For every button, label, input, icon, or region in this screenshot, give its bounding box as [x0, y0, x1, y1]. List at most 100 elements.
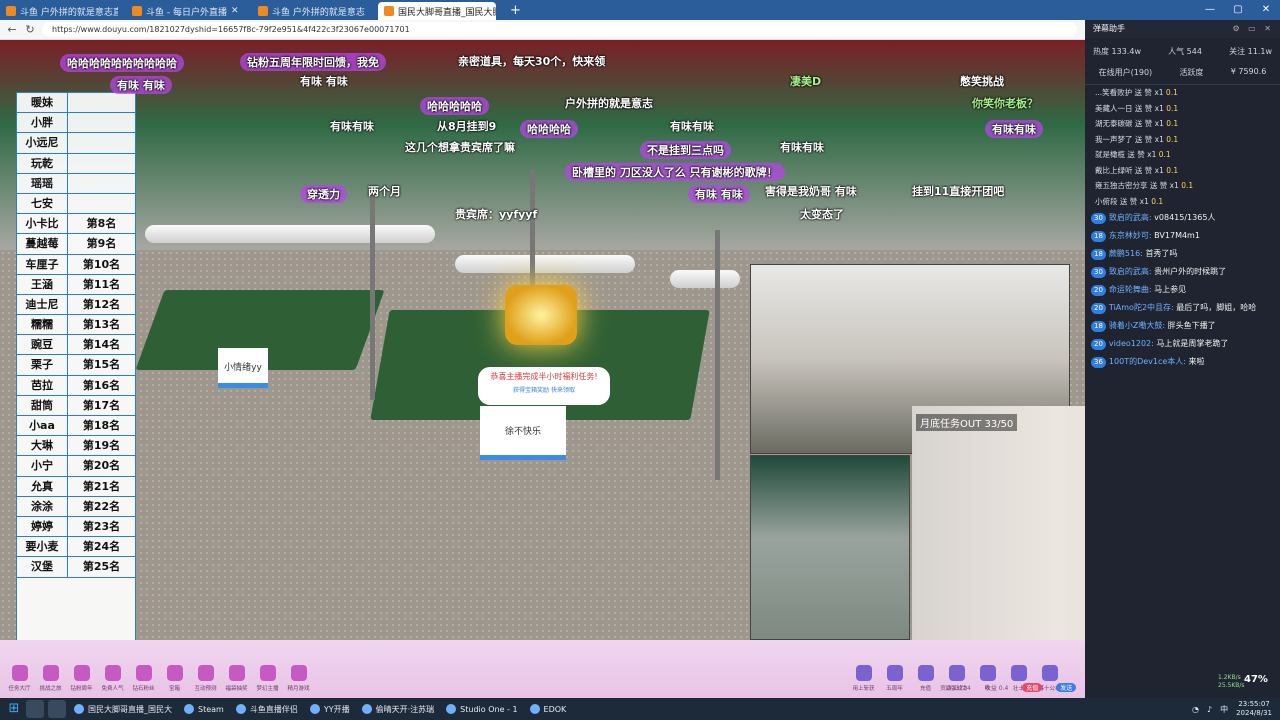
chat-text: 首秀了吗 — [1145, 249, 1178, 258]
close-tab-icon[interactable]: ✕ — [231, 6, 239, 16]
rank-name: 要小麦 — [25, 540, 59, 554]
rank-name: 栗子 — [31, 358, 53, 372]
refresh-icon[interactable]: ↻ — [24, 23, 36, 36]
stream-player[interactable]: 小情绪yy 徐不快乐 恭喜主播完成半小时福利任务! 获得宝箱奖励 快来领取 月底… — [0, 40, 1085, 640]
chat-username[interactable]: 骑着小Z嘞大鼓: — [1109, 321, 1165, 330]
taskbar-app-label: 斗鱼直播伴侣 — [249, 704, 298, 714]
treasure-chest-icon[interactable] — [505, 285, 577, 345]
douyu-favicon-icon — [258, 6, 268, 16]
taskbar-app[interactable]: Steam — [178, 699, 230, 719]
chat-username[interactable]: 蕨鹏516: — [1109, 249, 1143, 258]
gift-bar-item-label: 挑战之旅 — [39, 686, 62, 692]
gift-bar-item[interactable]: 用上斩获 — [848, 665, 879, 692]
chat-username[interactable]: 命运轮舞曲: — [1109, 285, 1152, 294]
chat-message: 30 致启的武高: v08415/1365人 — [1085, 209, 1280, 227]
rank-place: 第18名 — [67, 416, 135, 436]
gift-bar-item[interactable]: 梦幻主播 — [252, 665, 283, 692]
rank-name: 车厘子 — [25, 257, 59, 271]
rank-place: 第8名 — [67, 214, 135, 234]
taskbar-app[interactable]: Studio One - 1 — [440, 699, 523, 719]
taskbar-app[interactable]: YY开播 — [304, 699, 356, 719]
rank-row: 小胖 — [17, 113, 135, 134]
rank-place: 第17名 — [67, 395, 135, 415]
chat-username[interactable]: 致启的武高: — [1109, 213, 1152, 222]
gift-bar-item-icon — [42, 665, 59, 681]
gift-bar-item-icon — [228, 665, 245, 681]
recharge-button[interactable]: 充值 — [1022, 683, 1043, 692]
maximize-icon[interactable]: ▢ — [1224, 0, 1252, 20]
close-window-icon[interactable]: ✕ — [1252, 0, 1280, 20]
rank-place: 第22名 — [67, 496, 135, 516]
app-icon — [74, 704, 84, 714]
rank-name: 豌豆 — [31, 338, 53, 352]
clock[interactable]: 23:55:07 2024/8/31 — [1236, 700, 1272, 718]
chat-username[interactable]: video1202: — [1109, 339, 1154, 348]
taskbar-app[interactable]: 斗鱼直播伴侣 — [230, 699, 304, 719]
gift-bar-item-icon — [855, 665, 872, 681]
tab-online-users[interactable]: 在线用户(190) — [1099, 67, 1153, 78]
chat-header-controls-icon[interactable]: ⚙ ▭ ✕ — [1232, 20, 1274, 38]
volume-icon[interactable]: ♪ — [1207, 705, 1212, 714]
chat-username[interactable]: 致启的武高: — [1109, 267, 1152, 276]
gift-bar-item[interactable]: 钻石粉丝 — [128, 665, 159, 692]
tab-label: 斗鱼 - 每日户外直播 — [146, 7, 227, 18]
white-pipe — [670, 270, 740, 288]
file-explorer-icon[interactable] — [48, 700, 66, 718]
gift-bar-item[interactable]: 五周年 — [879, 665, 910, 692]
gift-bar-item[interactable]: 免费人气 — [97, 665, 128, 692]
danmaku-item: 有味有味 — [985, 120, 1043, 138]
chat-username[interactable]: 东京林妙可: — [1109, 231, 1152, 240]
gift-text: 送 赞 x1 — [1134, 88, 1164, 97]
taskbar-app[interactable]: 偷晴天开·注苏瑞 — [356, 699, 441, 719]
taskbar-app[interactable]: EDOK — [524, 699, 573, 719]
browser-tab-active[interactable]: 国民大脚哥直播_国民大脚哥✕ — [378, 2, 496, 20]
tab-income[interactable]: ¥ 7590.6 — [1231, 67, 1267, 78]
level-badge: 20 — [1091, 285, 1106, 296]
rank-name: 暖妹 — [31, 96, 53, 109]
gift-list: ...笑看败护 送 赞 x1 0.1 美藏人一日 送 赞 x1 0.1 湖无泰碳… — [1085, 85, 1280, 209]
rank-name: 蔓越莓 — [25, 237, 59, 251]
gift-user: 戴比上绿听 — [1095, 165, 1133, 175]
gift-bar-item[interactable]: 钻粉周年 — [66, 665, 97, 692]
send-button[interactable]: 发送 — [1056, 683, 1077, 692]
gift-bar-item[interactable]: 充值 — [910, 665, 941, 692]
download-speed: 25.5KB/s — [1218, 682, 1245, 689]
close-tab-icon[interactable]: ✕ — [369, 6, 370, 16]
gift-bar-item[interactable]: 精月游戏 — [283, 665, 314, 692]
gift-bar-item[interactable]: 任务大厅 — [4, 665, 35, 692]
rank-place — [67, 133, 135, 153]
gift-row: 小俯段 送 赞 x1 0.1 — [1085, 194, 1280, 210]
taskbar-app[interactable]: 国民大脚哥直播_国民大 — [68, 699, 178, 719]
back-icon[interactable]: ← — [6, 23, 18, 36]
minimize-icon[interactable]: — — [1196, 0, 1224, 20]
input-language[interactable]: 中 — [1220, 704, 1228, 715]
app-icon — [309, 704, 320, 714]
danmaku-item: 有味 有味 — [110, 76, 172, 94]
search-icon[interactable] — [26, 700, 44, 718]
gift-bar-item[interactable]: 挑战之旅 — [35, 665, 66, 692]
url-field[interactable]: https://www.douyu.com/1821027dyshid=1665… — [42, 22, 1077, 37]
rank-name: 芭拉 — [31, 378, 53, 392]
chat-username[interactable]: 100T的Dev1ce本人: — [1109, 357, 1186, 366]
windows-start-icon[interactable]: ⊞ — [4, 698, 24, 720]
wifi-icon[interactable]: ◔ — [1192, 705, 1199, 714]
browser-tab[interactable]: 斗鱼 户外拼的就是意志直播间✕ — [0, 2, 118, 20]
chat-username[interactable]: TiAmo陀2中且存: — [1109, 303, 1174, 312]
gift-bar-item[interactable]: 宝箱 — [159, 665, 190, 692]
gift-bar-item-label: 钻石粉丝 — [132, 686, 155, 692]
gift-amt: 0.1 — [1166, 119, 1179, 128]
tab-activity[interactable]: 活跃度 — [1179, 67, 1203, 78]
app-icon — [235, 704, 246, 714]
gift-user: 美藏人一日 — [1095, 103, 1133, 113]
gift-bar-item[interactable]: 福袋抽奖 — [221, 665, 252, 692]
new-tab-icon[interactable]: + — [504, 3, 527, 18]
gift-bar-item[interactable]: 互动预测 — [190, 665, 221, 692]
rank-name: 七安 — [31, 196, 53, 210]
chat-message: 30 致启的武高: 贵州户外的时候跳了 — [1085, 263, 1280, 281]
browser-tab[interactable]: 斗鱼 户外拼的就是意志 ✕ — [252, 2, 370, 20]
rank-name: 允真 — [31, 479, 53, 493]
gift-bar-item-icon — [166, 665, 183, 681]
level-badge: 18 — [1091, 321, 1106, 332]
browser-tab[interactable]: 斗鱼 - 每日户外直播 ✕ — [126, 2, 244, 20]
gift-row: 我一声梦了 送 赞 x1 0.1 — [1085, 132, 1280, 148]
